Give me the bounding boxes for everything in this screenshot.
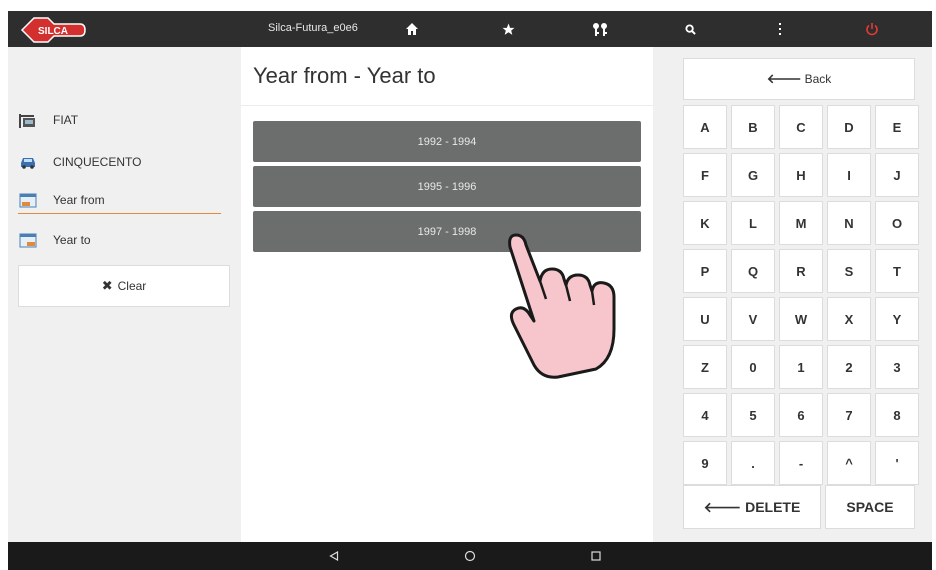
year-option[interactable]: 1995 - 1996 [253,166,641,207]
key[interactable]: X [827,297,871,341]
key[interactable]: G [731,153,775,197]
calendar-to-icon [18,232,38,248]
more-vertical-icon[interactable] [768,11,792,47]
calendar-from-icon [18,192,38,208]
back-label: Back [804,72,832,86]
key[interactable]: E [875,105,919,149]
key[interactable]: I [827,153,871,197]
key[interactable]: V [731,297,775,341]
main-content: Year from - Year to 1992 - 1994 1995 - 1… [241,47,653,542]
key[interactable]: C [779,105,823,149]
sidebar: FIAT CINQUECENTO Year from Year to ✖ Cle… [8,47,241,542]
key[interactable]: 6 [779,393,823,437]
car-brand-icon [18,112,38,128]
keyboard-panel: 🡐 Back ABCDE FGHIJ KLMNO PQRST UVWXY Z0123 456… [653,47,932,542]
key[interactable]: U [683,297,727,341]
clear-label: Clear [117,279,147,293]
search-icon[interactable] [678,11,702,47]
year-option[interactable]: 1992 - 1994 [253,121,641,162]
svg-text:SILCA: SILCA [38,26,68,37]
recents-square-icon[interactable] [584,542,608,570]
key[interactable]: H [779,153,823,197]
sidebar-item-label: Year from [53,192,105,207]
key[interactable]: M [779,201,823,245]
device-name: Silca-Futura_e0e6 [268,22,358,34]
key[interactable]: O [875,201,919,245]
silca-logo[interactable]: SILCA [18,15,88,45]
key[interactable]: P [683,249,727,293]
home-circle-icon[interactable] [458,542,482,570]
key[interactable]: - [779,441,823,485]
power-icon[interactable] [860,11,884,47]
key[interactable]: B [731,105,775,149]
key[interactable]: S [827,249,871,293]
sidebar-item-label: Year to [53,233,91,247]
key[interactable]: N [827,201,871,245]
key[interactable]: 0 [731,345,775,389]
sidebar-item-model[interactable]: CINQUECENTO [18,148,221,176]
year-option[interactable]: 1997 - 1998 [253,211,641,252]
sidebar-item-brand[interactable]: FIAT [18,106,221,134]
key[interactable]: 4 [683,393,727,437]
key[interactable]: A [683,105,727,149]
sidebar-item-year-to[interactable]: Year to [18,226,221,254]
key[interactable]: Y [875,297,919,341]
key[interactable]: K [683,201,727,245]
key[interactable]: F [683,153,727,197]
back-triangle-icon[interactable] [322,542,346,570]
key[interactable]: 1 [779,345,823,389]
top-bar: SILCA Silca-Futura_e0e6 [8,11,932,47]
sidebar-item-label: CINQUECENTO [53,155,142,169]
key[interactable]: 9 [683,441,727,485]
key[interactable]: Z [683,345,727,389]
key[interactable]: T [875,249,919,293]
app-screen: SILCA Silca-Futura_e0e6 FIAT CINQUECENTO… [8,11,932,570]
key[interactable]: 8 [875,393,919,437]
key[interactable]: D [827,105,871,149]
sidebar-item-year-from[interactable]: Year from [18,186,221,214]
arrow-left-icon: 🡐 [766,71,802,86]
key[interactable]: 5 [731,393,775,437]
space-key[interactable]: SPACE [825,485,915,529]
key[interactable]: ^ [827,441,871,485]
star-icon[interactable] [496,11,520,47]
key-pair-icon[interactable] [588,11,612,47]
page-title: Year from - Year to [253,63,436,88]
key[interactable]: . [731,441,775,485]
key[interactable]: J [875,153,919,197]
key[interactable]: W [779,297,823,341]
system-nav-bar [8,542,932,570]
key[interactable]: 2 [827,345,871,389]
delete-key[interactable]: 🡐 DELETE [683,485,821,529]
key[interactable]: 7 [827,393,871,437]
close-icon: ✖ [101,278,113,293]
car-model-icon [18,154,38,170]
home-icon[interactable] [400,11,424,47]
sidebar-item-label: FIAT [53,113,79,127]
divider [241,105,653,106]
key[interactable]: L [731,201,775,245]
key[interactable]: ' [875,441,919,485]
back-button[interactable]: 🡐 Back [683,58,915,100]
key[interactable]: Q [731,249,775,293]
key[interactable]: 3 [875,345,919,389]
clear-button[interactable]: ✖ Clear [18,265,230,307]
key[interactable]: R [779,249,823,293]
